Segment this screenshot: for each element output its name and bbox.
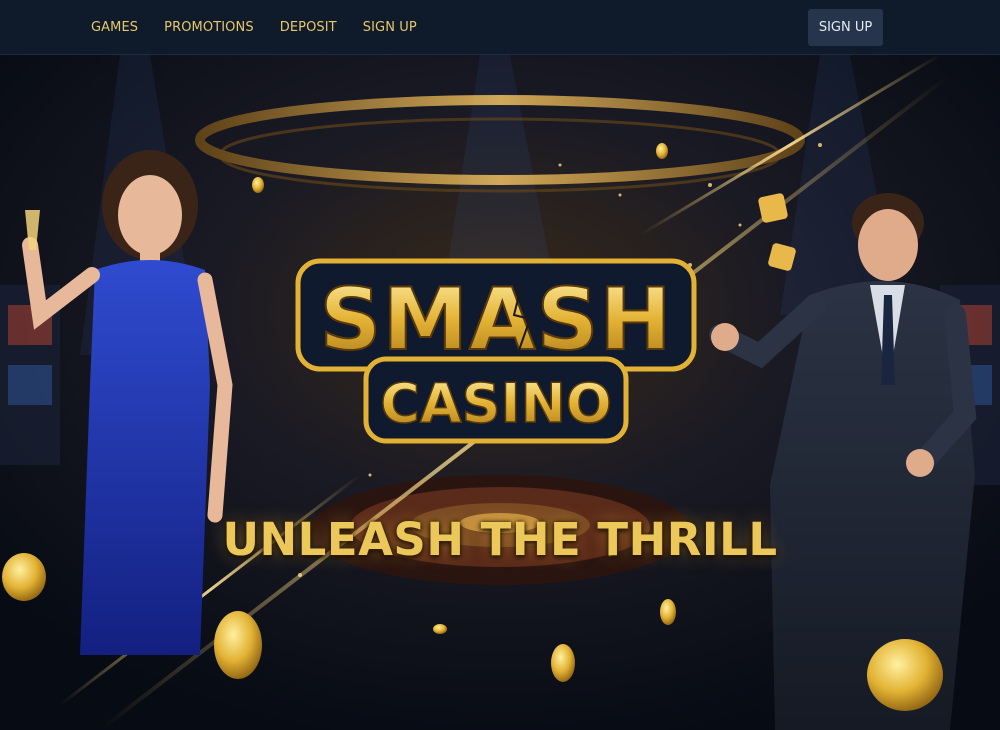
main-menu: GAMES PROMOTIONS DEPOSIT SIGN UP — [91, 0, 443, 54]
nav-link-promotions[interactable]: PROMOTIONS — [164, 20, 254, 35]
hero-banner: SMASH CASINO UNLEASH THE THRILL — [0, 55, 1000, 730]
nav-link-sign-up[interactable]: SIGN UP — [363, 20, 417, 35]
hero-tagline: UNLEASH THE THRILL — [222, 513, 778, 566]
smash-casino-logo: SMASH CASINO — [295, 258, 697, 444]
logo-casino-text: CASINO — [380, 372, 612, 435]
nav-link-games[interactable]: GAMES — [91, 20, 138, 35]
sign-up-button[interactable]: SIGN UP — [808, 9, 883, 46]
logo-smash-text: SMASH — [320, 270, 673, 370]
top-navigation-bar: GAMES PROMOTIONS DEPOSIT SIGN UP SIGN UP — [0, 0, 1000, 55]
nav-link-deposit[interactable]: DEPOSIT — [280, 20, 337, 35]
